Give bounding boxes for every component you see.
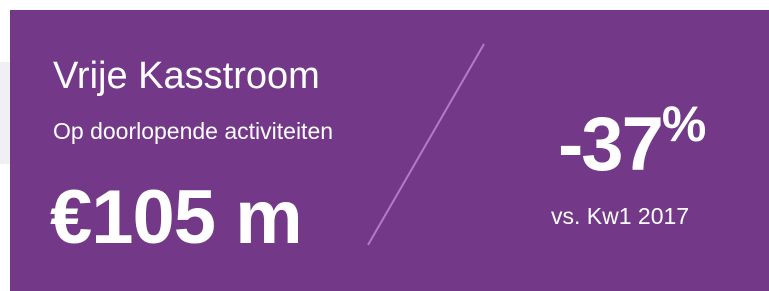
change-value: -37 (558, 102, 664, 187)
card-subtitle: Op doorlopende activiteiten (53, 118, 334, 144)
background-panel-edge (0, 62, 10, 164)
cash-flow-amount: €105 m (50, 175, 303, 260)
comparison-period: vs. Kw1 2017 (551, 203, 690, 229)
kpi-card: Vrije Kasstroom Op doorlopende activitei… (10, 10, 769, 291)
percent-sign: % (661, 96, 707, 152)
divider-line (367, 43, 485, 246)
change-percentage: -37% (558, 99, 706, 183)
card-title: Vrije Kasstroom (53, 55, 320, 97)
